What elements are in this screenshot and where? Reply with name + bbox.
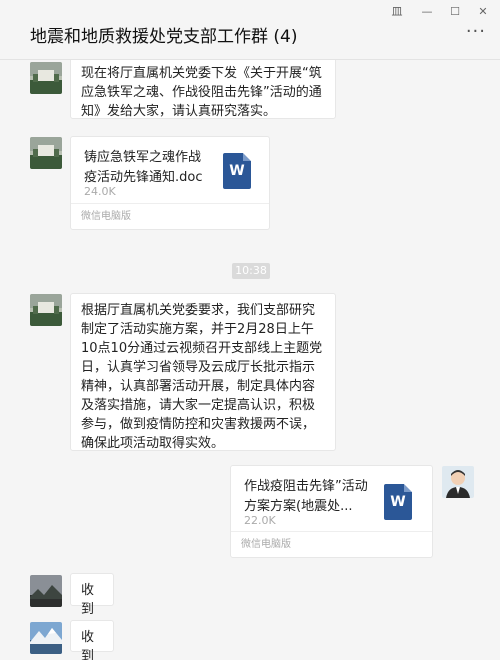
own-avatar[interactable]: [442, 466, 474, 498]
pin-icon[interactable]: ⽫: [388, 4, 406, 20]
sender-avatar[interactable]: [30, 294, 62, 326]
word-document-icon: W: [384, 484, 412, 520]
message-bubble[interactable]: 现在将厅直属机关党委下发《关于开展“筑应急铁军之魂、作战役阻击先锋”活动的通知》…: [70, 60, 336, 119]
message-text: 现在将厅直属机关党委下发《关于开展“筑应急铁军之魂、作战役阻击先锋”活动的通知》…: [81, 66, 322, 119]
message-text: 收到: [81, 630, 95, 660]
more-options-icon[interactable]: ···: [466, 23, 486, 41]
chat-area[interactable]: 现在将厅直属机关党委下发《关于开展“筑应急铁军之魂、作战役阻击先锋”活动的通知》…: [0, 60, 500, 660]
maximize-button[interactable]: ☐: [446, 4, 464, 20]
file-size: 24.0K: [84, 185, 116, 198]
sender-avatar[interactable]: [30, 137, 62, 169]
sender-avatar[interactable]: [30, 62, 62, 94]
file-name: 作战疫阻击先锋”活动方案方案(地震处...: [244, 479, 368, 514]
file-name: 铸应急铁军之魂作战疫活动先锋通知.doc: [84, 150, 203, 185]
file-source-label: 微信电脑版: [231, 531, 432, 557]
sender-avatar[interactable]: [30, 575, 62, 607]
message-bubble[interactable]: 收到: [70, 573, 114, 617]
message-text: 根据厅直属机关党委要求，我们支部研究制定了活动实施方案，并于2月28日上午10点…: [81, 303, 323, 451]
close-button[interactable]: ✕: [474, 4, 492, 20]
chat-title: 地震和地质救援处党支部工作群 (4): [30, 27, 298, 47]
file-size: 22.0K: [244, 514, 276, 527]
message-timestamp: 10:38: [232, 263, 270, 279]
minimize-button[interactable]: —: [418, 4, 436, 20]
message-text: 收到: [81, 583, 95, 617]
file-source-label: 微信电脑版: [71, 203, 269, 229]
message-bubble[interactable]: 收到: [70, 620, 114, 660]
file-message-card[interactable]: 铸应急铁军之魂作战疫活动先锋通知.doc 24.0K W 微信电脑版: [70, 136, 270, 230]
message-bubble[interactable]: 根据厅直属机关党委要求，我们支部研究制定了活动实施方案，并于2月28日上午10点…: [70, 293, 336, 451]
sender-avatar[interactable]: [30, 622, 62, 654]
word-document-icon: W: [223, 153, 251, 189]
title-bar: 地震和地质救援处党支部工作群 (4) ⽫ — ☐ ✕ ···: [0, 0, 500, 60]
file-message-card[interactable]: 作战疫阻击先锋”活动方案方案(地震处... 22.0K W 微信电脑版: [230, 465, 433, 558]
